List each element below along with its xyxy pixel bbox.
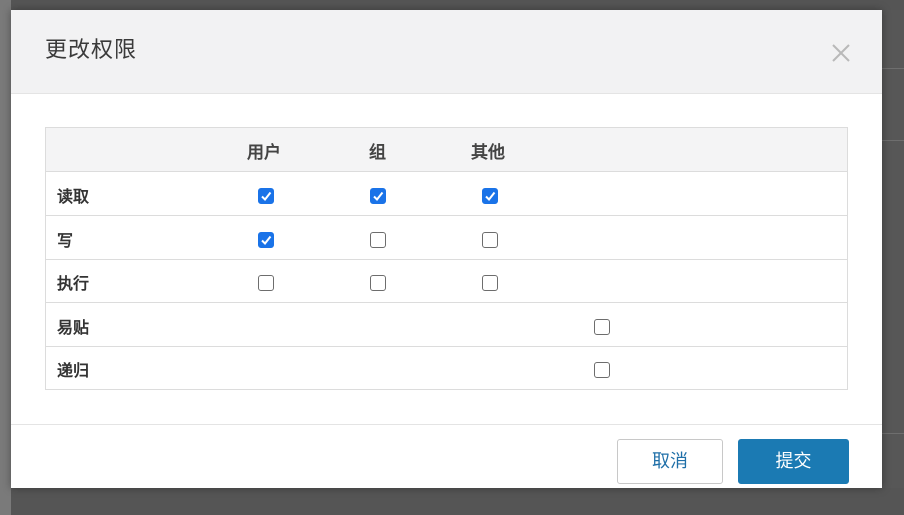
write-other-checkbox[interactable]	[482, 232, 498, 248]
execute-user-checkbox[interactable]	[258, 275, 274, 291]
execute-group-checkbox[interactable]	[370, 275, 386, 291]
recursive-checkbox[interactable]	[594, 362, 610, 378]
read-other-checkbox[interactable]	[482, 188, 498, 204]
dialog-header: 更改权限	[11, 10, 882, 94]
table-row-write: 写	[46, 216, 847, 260]
table-row-execute: 执行	[46, 260, 847, 303]
table-row-recursive: 递归	[46, 347, 847, 390]
row-label-execute: 执行	[57, 274, 90, 293]
backdrop-divider	[882, 68, 904, 69]
read-user-checkbox[interactable]	[258, 188, 274, 204]
row-label-recursive: 递归	[57, 361, 90, 380]
read-group-checkbox[interactable]	[370, 188, 386, 204]
table-row-sticky: 易贴	[46, 303, 847, 347]
backdrop-divider	[882, 140, 904, 141]
row-label-sticky: 易贴	[57, 318, 90, 337]
execute-other-checkbox[interactable]	[482, 275, 498, 291]
column-header-user: 用户	[247, 143, 281, 163]
column-header-other: 其他	[471, 143, 505, 163]
submit-button[interactable]: 提交	[738, 439, 849, 484]
column-header-group: 组	[369, 143, 386, 163]
close-icon[interactable]	[828, 40, 854, 66]
footer-divider	[11, 424, 882, 425]
backdrop-right-edge	[882, 10, 904, 488]
sticky-checkbox[interactable]	[594, 319, 610, 335]
row-label-read: 读取	[57, 187, 90, 206]
permissions-table: 用户 组 其他 读取 写 执行 易贴 递归	[45, 127, 848, 390]
dialog-title: 更改权限	[45, 38, 138, 63]
row-label-write: 写	[57, 231, 74, 250]
change-permissions-dialog: 更改权限 用户 组 其他 读取 写 执行 易贴 递归 取消 提交	[11, 10, 882, 488]
backdrop-left-edge	[0, 0, 11, 515]
cancel-button[interactable]: 取消	[617, 439, 723, 484]
write-user-checkbox[interactable]	[258, 232, 274, 248]
table-row-read: 读取	[46, 172, 847, 216]
write-group-checkbox[interactable]	[370, 232, 386, 248]
table-header-row: 用户 组 其他	[46, 128, 847, 172]
backdrop-divider	[882, 433, 904, 434]
